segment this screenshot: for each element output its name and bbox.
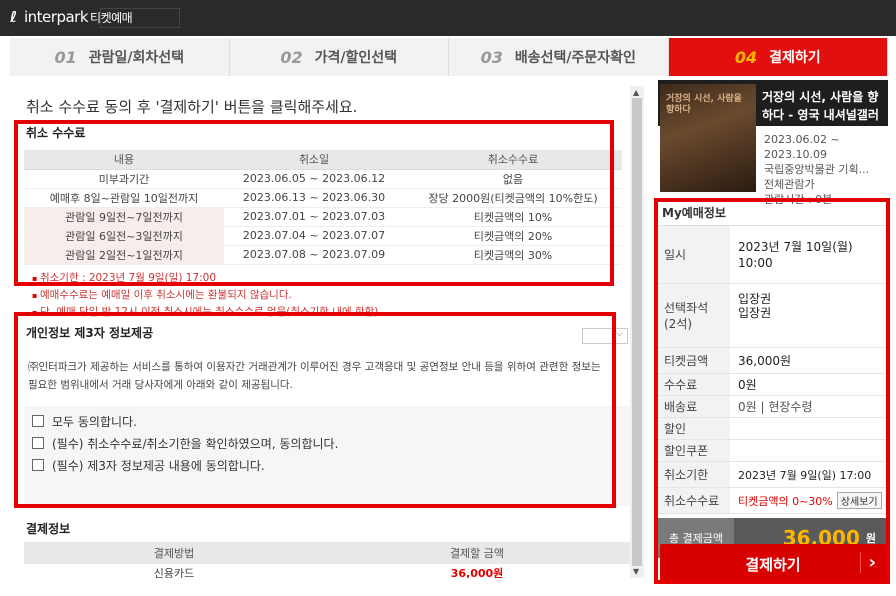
header-empty-box <box>100 8 180 28</box>
payment-section-title: 결제정보 <box>26 522 71 536</box>
highlight-box-my-info <box>654 198 890 584</box>
payment-table: 결제방법 결제할 금액 신용카드 36,000원 <box>24 542 630 578</box>
tab-step-1[interactable]: 01 관람일/회차선택 <box>10 38 230 76</box>
show-poster[interactable]: 거장의 시선, 사람을 향하다 <box>660 84 756 192</box>
table-row: 신용카드 36,000원 <box>153 567 504 578</box>
tab-step-2[interactable]: 02 가격/할인선택 <box>229 38 449 76</box>
tab-step-4[interactable]: 04 결제하기 <box>668 38 888 76</box>
scroll-up-icon[interactable]: ▲ <box>633 88 639 97</box>
show-title[interactable]: 거장의 시선, 사람을 향하다 - 영국 내셔널갤러 <box>762 88 888 124</box>
content-scrollbar[interactable]: ▲ ▼ <box>630 86 644 578</box>
scroll-down-icon[interactable]: ▼ <box>633 567 639 576</box>
fee-note-1: 예매수수료는 예매일 이후 취소시에는 환불되지 않습니다. <box>32 287 378 304</box>
top-bar: ℓ interpark 티켓예매 <box>0 0 896 36</box>
scrollbar-thumb[interactable] <box>632 98 642 566</box>
tab-step-3[interactable]: 03 배송선택/주문자확인 <box>449 38 669 76</box>
notice-text: 취소 수수료 동의 후 '결제하기' 버튼을 클릭해주세요. <box>26 98 358 116</box>
highlight-box-privacy <box>14 312 616 508</box>
show-info: 2023.06.02 ~ 2023.10.09 국립중앙박물관 기획... 전체… <box>764 133 870 206</box>
step-tabs: 01 관람일/회차선택 02 가격/할인선택 03 배송선택/주문자확인 04 결제하기 <box>10 38 888 76</box>
highlight-box-fee <box>14 120 614 286</box>
